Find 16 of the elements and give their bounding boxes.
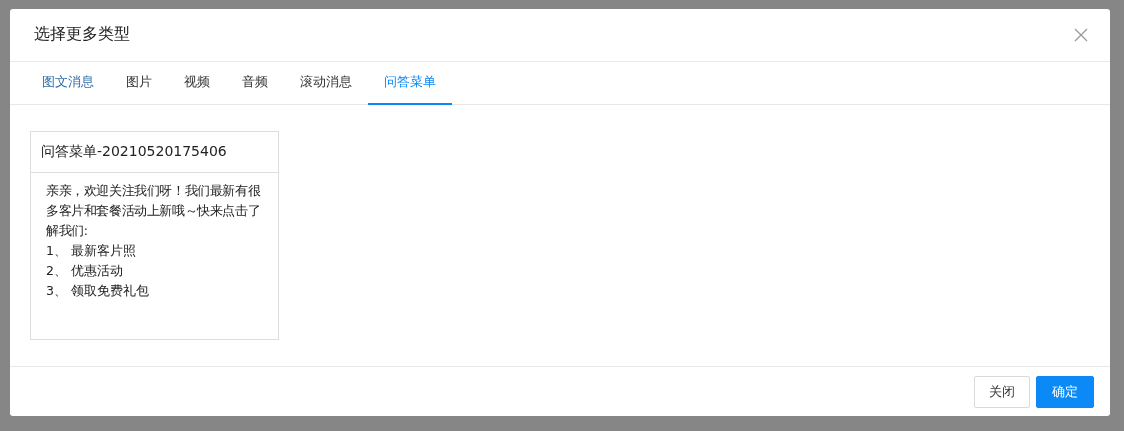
message-text: 亲亲，欢迎关注我们呀！我们最新有很多客片和套餐活动上新哦～快来点击了解我们: xyxy=(46,182,262,241)
tab[interactable]: 滚动消息 xyxy=(284,61,368,106)
list-item: 3、 领取免费礼包 xyxy=(46,282,150,301)
list-item: 2、 优惠活动 xyxy=(46,262,124,281)
card-title: 问答菜单-20210520175406 xyxy=(31,132,278,174)
dialog-title: 选择更多类型 xyxy=(34,24,130,46)
confirm-button[interactable]: 确定 xyxy=(1036,375,1094,408)
list-item: 1、 最新客片照 xyxy=(46,242,137,261)
tab[interactable]: 问答菜单 xyxy=(368,61,452,106)
tab[interactable]: 视频 xyxy=(168,61,226,106)
cancel-button[interactable]: 关闭 xyxy=(974,375,1030,408)
close-icon[interactable] xyxy=(1074,27,1088,42)
message-card[interactable]: 问答菜单-20210520175406 亲亲，欢迎关注我们呀！我们最新有很多客片和套餐活动上新哦～快来点击了解我们: 1、 最新客片照 2、 优惠活动 3、 领取免费礼包 xyxy=(30,131,279,341)
tab[interactable]: 图文消息 xyxy=(26,61,110,106)
tab[interactable]: 图片 xyxy=(110,61,168,106)
tab[interactable]: 音频 xyxy=(226,61,284,106)
